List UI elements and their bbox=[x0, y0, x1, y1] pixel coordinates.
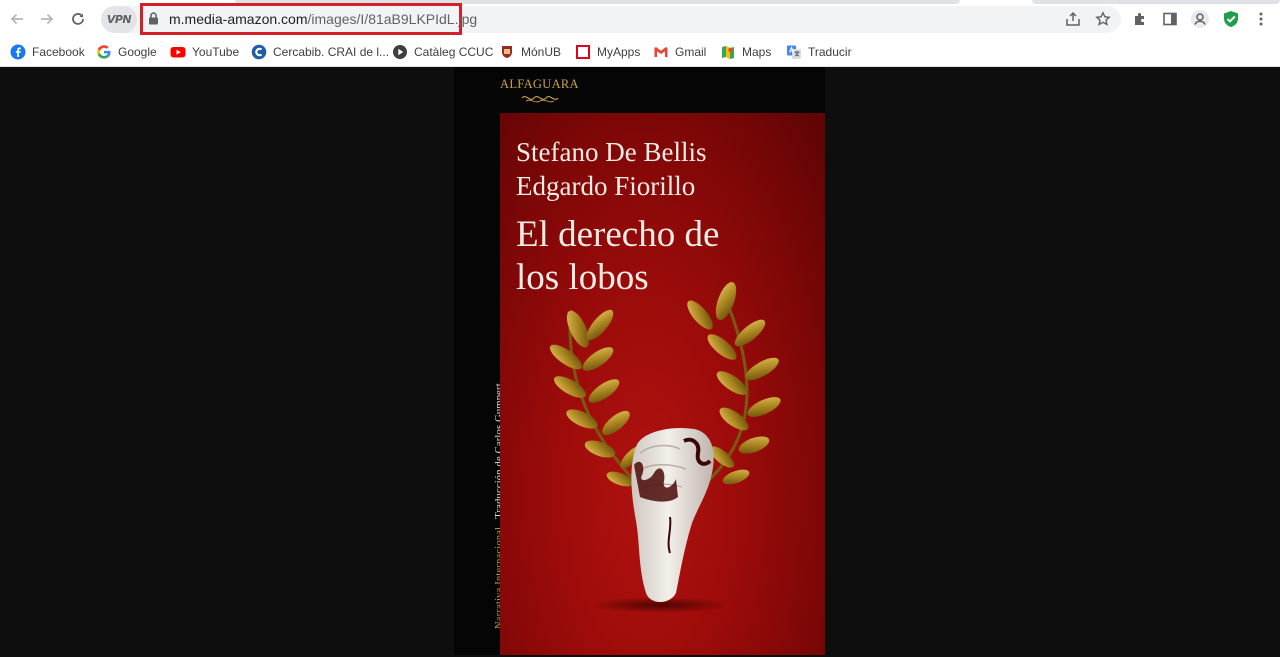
gmail-icon bbox=[653, 44, 669, 60]
bookmark-label: Cercabib. CRAI de l... bbox=[273, 45, 390, 59]
author-name: Stefano De Bellis bbox=[516, 137, 707, 167]
menu-icon bbox=[1259, 12, 1263, 26]
facebook-icon bbox=[10, 44, 26, 60]
bookmark-youtube[interactable]: YouTube bbox=[170, 42, 239, 62]
arrow-left-icon bbox=[10, 13, 23, 25]
bookmark-google[interactable]: Google bbox=[96, 42, 157, 62]
bookmark-crai[interactable]: Cercabib. CRAI de l... bbox=[251, 42, 389, 62]
bookmark-label: MyApps bbox=[597, 45, 641, 59]
author-name: Edgardo Fiorillo bbox=[516, 171, 696, 201]
title-line: El derecho de bbox=[516, 214, 720, 255]
bookmark-traducir[interactable]: Traducir bbox=[786, 42, 852, 62]
play-circle-icon bbox=[392, 44, 408, 60]
extensions-icon bbox=[1135, 13, 1144, 25]
translate-icon bbox=[786, 44, 802, 60]
lock-icon[interactable] bbox=[148, 12, 159, 25]
bookmark-star-button[interactable] bbox=[1093, 9, 1113, 29]
tab-strip-edge bbox=[1032, 0, 1280, 4]
url-text[interactable]: m.media-amazon.com/images/I/81aB9LKPIdL.… bbox=[169, 11, 477, 27]
bookmark-label: Gmail bbox=[675, 45, 707, 59]
bookmark-facebook[interactable]: Facebook bbox=[10, 42, 85, 62]
bookmark-label: Facebook bbox=[32, 45, 85, 59]
bookmark-label: Google bbox=[118, 45, 157, 59]
browser-toolbar: VPN m.media-amazon.com/images/I/81aB9LKP… bbox=[0, 0, 1280, 38]
reload-icon bbox=[72, 13, 84, 25]
reload-button[interactable] bbox=[66, 7, 90, 31]
laurel-fist-illustration bbox=[549, 282, 781, 613]
bookmark-monub[interactable]: MónUB bbox=[499, 42, 561, 62]
bookmark-label: Traducir bbox=[808, 45, 852, 59]
shield-extension-button[interactable] bbox=[1221, 9, 1241, 29]
google-icon bbox=[96, 44, 112, 60]
extensions-button[interactable] bbox=[1130, 9, 1150, 29]
url-host: m.media-amazon.com bbox=[169, 11, 308, 27]
side-panel-button[interactable] bbox=[1160, 9, 1180, 29]
forward-button[interactable] bbox=[35, 7, 59, 31]
publisher-flourish-icon bbox=[521, 95, 559, 103]
arrow-right-icon bbox=[41, 13, 54, 25]
vpn-button[interactable]: VPN bbox=[101, 6, 137, 33]
share-icon bbox=[1066, 11, 1080, 26]
bookmark-gmail[interactable]: Gmail bbox=[653, 42, 706, 62]
star-icon bbox=[1095, 11, 1111, 26]
shield-extension-icon bbox=[1224, 11, 1238, 27]
image-viewer: Narrativa InternacionalTraducción de Car… bbox=[0, 67, 1280, 655]
vpn-label: VPN bbox=[106, 13, 132, 26]
url-path: /images/I/81aB9LKPIdL.jpg bbox=[307, 11, 478, 27]
publisher-logo: ALFAGUARA bbox=[500, 77, 579, 91]
browser-menu-button[interactable] bbox=[1251, 9, 1271, 29]
bookmark-label: Catàleg CCUC bbox=[414, 45, 494, 59]
myapps-icon bbox=[575, 44, 591, 60]
monub-icon bbox=[499, 44, 515, 60]
cover-authors: Stefano De Bellis Edgardo Fiorillo bbox=[516, 135, 706, 203]
bookmark-cataleg-ccuc[interactable]: Catàleg CCUC bbox=[392, 42, 493, 62]
bookmark-label: YouTube bbox=[192, 45, 240, 59]
share-button[interactable] bbox=[1063, 9, 1083, 29]
maps-icon bbox=[720, 44, 736, 60]
profile-icon bbox=[1191, 10, 1209, 28]
bookmark-myapps[interactable]: MyApps bbox=[575, 42, 640, 62]
bookmark-maps[interactable]: Maps bbox=[720, 42, 771, 62]
bookmark-label: MónUB bbox=[521, 45, 562, 59]
book-cover-image[interactable]: Narrativa InternacionalTraducción de Car… bbox=[454, 67, 825, 655]
bookmark-label: Maps bbox=[742, 45, 772, 59]
youtube-icon bbox=[170, 44, 186, 60]
back-button[interactable] bbox=[5, 7, 29, 31]
side-panel-icon bbox=[1163, 12, 1177, 26]
crai-icon bbox=[251, 44, 267, 60]
bookmarks-bar: Facebook Google YouTube Cercabib. CRAI d… bbox=[0, 38, 1280, 67]
profile-button[interactable] bbox=[1190, 9, 1210, 29]
